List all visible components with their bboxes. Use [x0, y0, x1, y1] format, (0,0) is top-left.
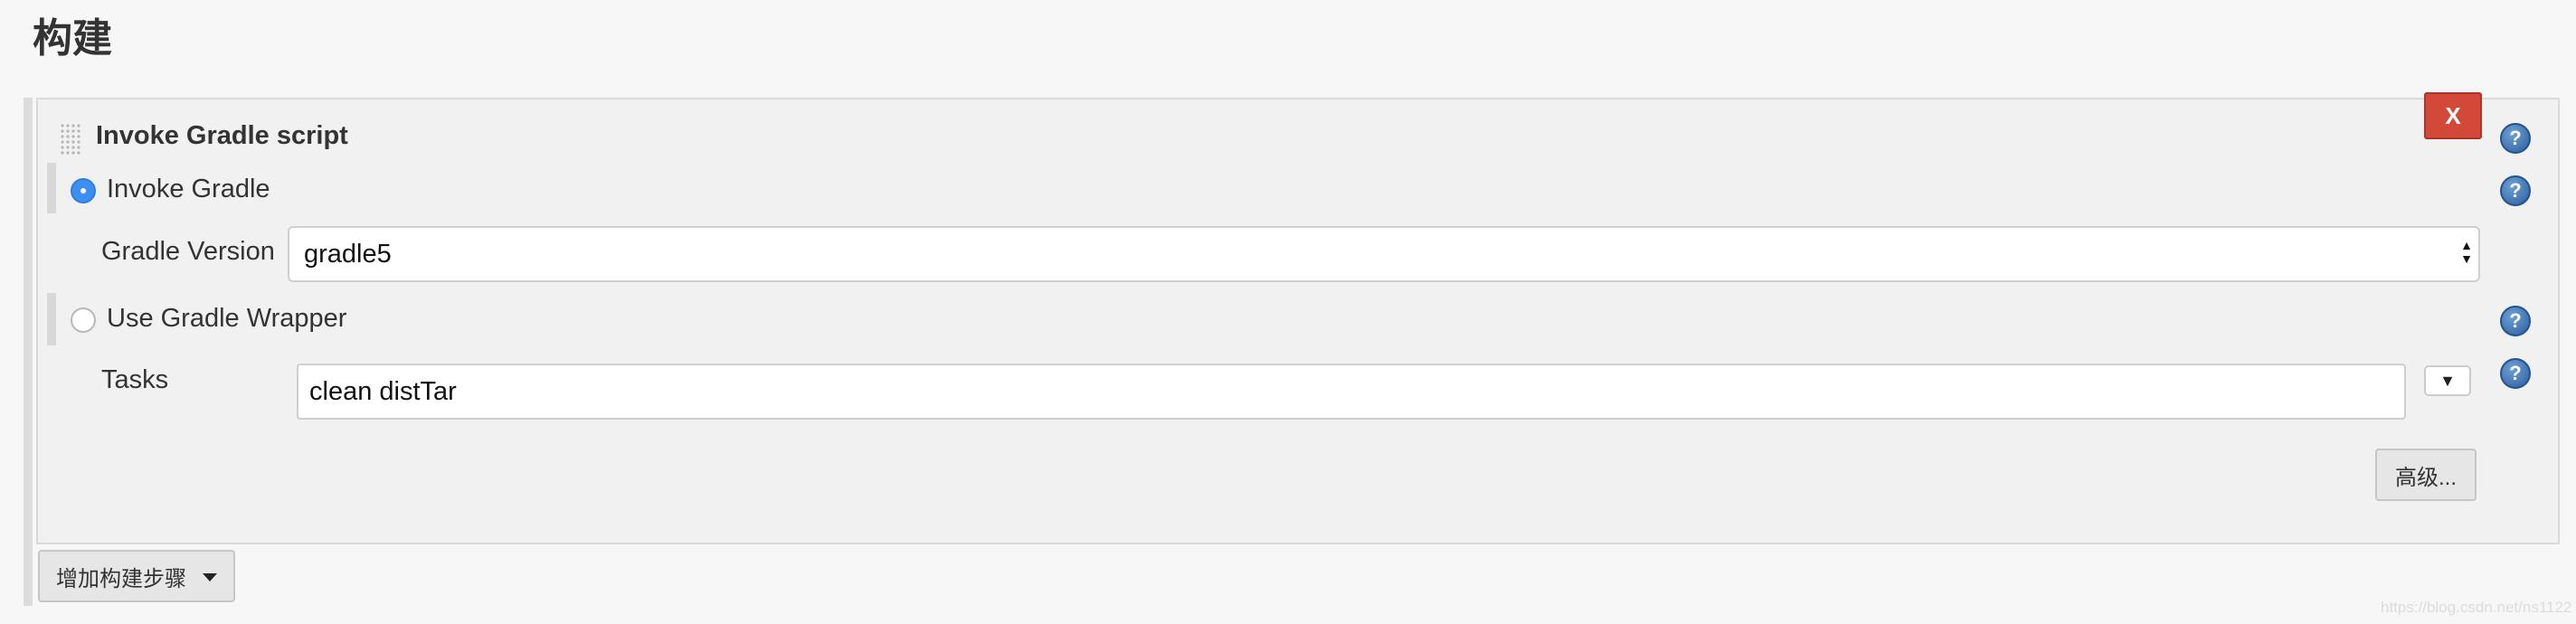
dropdown-caret-icon [203, 573, 217, 581]
add-build-step-label: 增加构建步骤 [56, 566, 186, 591]
build-step-panel [36, 98, 2560, 544]
tasks-label: Tasks [101, 365, 169, 394]
use-wrapper-radio[interactable] [71, 307, 96, 333]
select-arrows-icon: ▲ ▼ [2460, 238, 2473, 266]
section-left-bar [24, 98, 33, 606]
watermark: https://blog.csdn.net/ns1122 [2381, 599, 2572, 616]
delete-step-button[interactable]: X [2424, 92, 2482, 139]
add-build-step-button[interactable]: 增加构建步骤 [38, 550, 235, 602]
advanced-button[interactable]: 高级... [2375, 449, 2477, 501]
use-wrapper-indicator-bar [47, 293, 56, 345]
step-title: Invoke Gradle script [96, 121, 348, 150]
invoke-gradle-indicator-bar [47, 163, 56, 213]
gradle-version-value: gradle5 [304, 240, 392, 269]
invoke-gradle-label: Invoke Gradle [107, 175, 270, 203]
use-wrapper-help-icon[interactable]: ? [2500, 306, 2531, 336]
tasks-expand-button[interactable]: ▼ [2424, 365, 2471, 396]
gradle-version-label: Gradle Version [101, 237, 275, 266]
step-help-icon[interactable]: ? [2500, 123, 2531, 154]
invoke-gradle-help-icon[interactable]: ? [2500, 175, 2531, 206]
tasks-help-icon[interactable]: ? [2500, 358, 2531, 389]
section-title: 构建 [33, 15, 112, 61]
drag-handle-icon[interactable] [60, 123, 81, 156]
tasks-input[interactable]: clean distTar [297, 364, 2406, 420]
invoke-gradle-radio[interactable] [71, 178, 96, 203]
use-wrapper-label: Use Gradle Wrapper [107, 304, 347, 333]
gradle-version-select[interactable]: gradle5 ▲ ▼ [288, 226, 2480, 282]
